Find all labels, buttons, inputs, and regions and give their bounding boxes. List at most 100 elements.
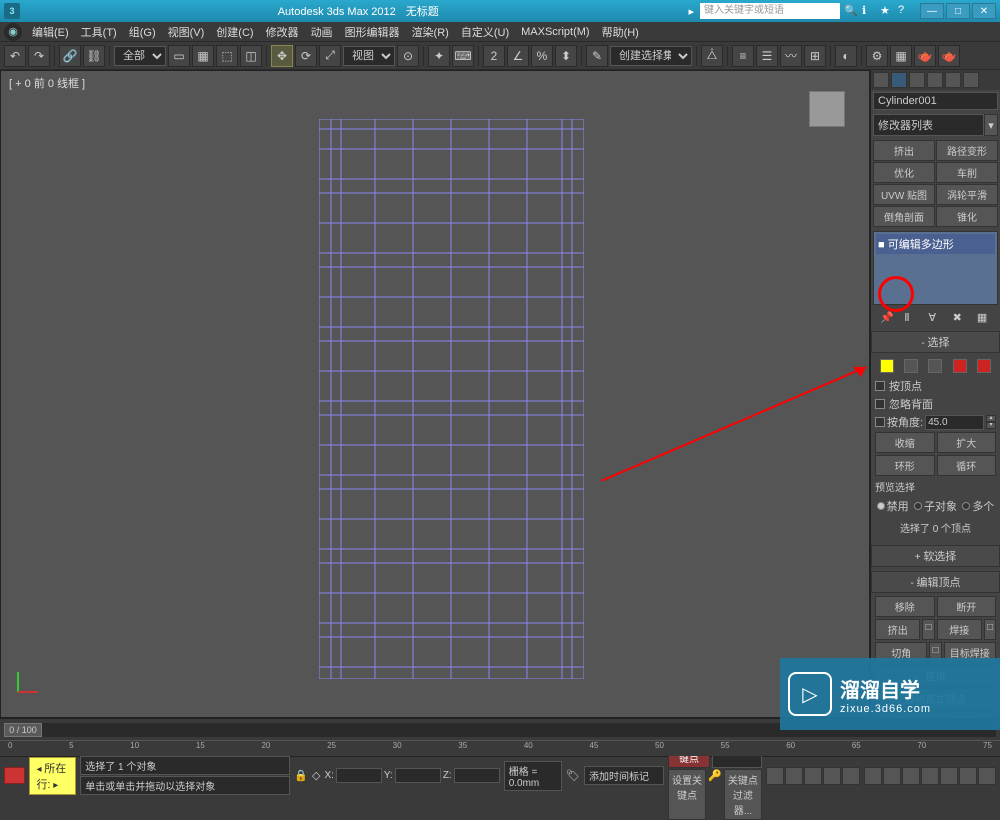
key-icon[interactable]: 🔑 xyxy=(708,769,722,820)
zoom-region-icon[interactable] xyxy=(921,767,939,785)
menu-edit[interactable]: 编辑(E) xyxy=(26,22,75,42)
configure-sets-icon[interactable]: ▦ xyxy=(977,311,991,325)
subobj-polygon-icon[interactable] xyxy=(953,359,967,373)
menu-help[interactable]: 帮助(H) xyxy=(596,22,645,42)
modifier-stack-item[interactable]: ■ 可编辑多边形 xyxy=(876,234,995,254)
undo-button[interactable]: ↶ xyxy=(4,45,26,67)
menu-view[interactable]: 视图(V) xyxy=(162,22,211,42)
remove-vert-button[interactable]: 移除 xyxy=(875,596,935,617)
align-button[interactable]: ≡ xyxy=(732,45,754,67)
render-prod-button[interactable]: 🫖 xyxy=(938,45,960,67)
selection-filter-select[interactable]: 全部 xyxy=(114,46,166,66)
pan-icon[interactable] xyxy=(940,767,958,785)
ref-coord-select[interactable]: 视图 xyxy=(343,46,395,66)
weld-settings-icon[interactable]: □ xyxy=(984,619,996,640)
mod-path-deform[interactable]: 路径变形 xyxy=(936,140,998,161)
by-angle-checkbox[interactable] xyxy=(875,417,885,427)
wireframe-object[interactable] xyxy=(319,119,584,679)
rollout-header-edit-vertices[interactable]: - 编辑顶点 xyxy=(871,571,1000,593)
prev-frame-icon[interactable] xyxy=(785,767,803,785)
help-icon[interactable]: ? xyxy=(898,4,912,18)
snap-2d-button[interactable]: 2 xyxy=(483,45,505,67)
loop-button[interactable]: 循环 xyxy=(937,455,997,476)
select-region-button[interactable]: ⬚ xyxy=(216,45,238,67)
rollout-header-soft-selection[interactable]: + 软选择 xyxy=(871,545,1000,567)
menu-graph-editor[interactable]: 图形编辑器 xyxy=(339,22,406,42)
spinner-snap-button[interactable]: ⬍ xyxy=(555,45,577,67)
goto-start-icon[interactable] xyxy=(766,767,784,785)
timeline-ruler[interactable]: 0 5 10 15 20 25 30 35 40 45 50 55 60 65 … xyxy=(0,740,1000,756)
link-button[interactable]: 🔗 xyxy=(59,45,81,67)
info-icon[interactable]: ℹ xyxy=(862,4,876,18)
layers-button[interactable]: ☰ xyxy=(756,45,778,67)
star-icon[interactable]: ★ xyxy=(880,4,894,18)
menu-render[interactable]: 渲染(R) xyxy=(406,22,455,42)
break-vert-button[interactable]: 断开 xyxy=(937,596,997,617)
mod-taper[interactable]: 锥化 xyxy=(936,206,998,227)
zoom-extents-icon[interactable] xyxy=(902,767,920,785)
menu-group[interactable]: 组(G) xyxy=(123,22,162,42)
subobj-element-icon[interactable] xyxy=(977,359,991,373)
subobj-vertex-icon[interactable] xyxy=(880,359,894,373)
pivot-button[interactable]: ⊙ xyxy=(397,45,419,67)
play-icon[interactable] xyxy=(804,767,822,785)
by-vertex-checkbox[interactable] xyxy=(875,381,885,391)
extrude-settings-icon[interactable]: □ xyxy=(922,619,934,640)
edit-named-sel-button[interactable]: ✎ xyxy=(586,45,608,67)
select-by-name-button[interactable]: ▦ xyxy=(192,45,214,67)
grow-button[interactable]: 扩大 xyxy=(937,432,997,453)
redo-button[interactable]: ↷ xyxy=(28,45,50,67)
material-editor-button[interactable]: ◐ xyxy=(835,45,857,67)
tab-motion[interactable] xyxy=(927,72,943,88)
scale-button[interactable]: ⤢ xyxy=(319,45,341,67)
select-object-button[interactable]: ▭ xyxy=(168,45,190,67)
menu-tools[interactable]: 工具(T) xyxy=(75,22,123,42)
viewport-label[interactable]: [ + 0 前 0 线框 ] xyxy=(9,75,85,91)
viewcube[interactable] xyxy=(809,91,845,127)
set-key-button[interactable]: 设置关键点 xyxy=(668,769,706,820)
render-setup-button[interactable]: ⚙ xyxy=(866,45,888,67)
schematic-view-button[interactable]: ⊞ xyxy=(804,45,826,67)
x-coord-input[interactable] xyxy=(336,768,382,783)
search-icon[interactable]: 🔍 xyxy=(844,4,858,18)
menu-maxscript[interactable]: MAXScript(M) xyxy=(515,24,595,40)
move-button[interactable]: ✥ xyxy=(271,45,293,67)
mod-uvw-map[interactable]: UVW 贴图 xyxy=(873,184,935,205)
mod-bevel-profile[interactable]: 倒角剖面 xyxy=(873,206,935,227)
mod-optimize[interactable]: 优化 xyxy=(873,162,935,183)
maximize-button[interactable]: □ xyxy=(946,3,970,19)
make-unique-icon[interactable]: ∀ xyxy=(928,311,942,325)
mod-extrude[interactable]: 挤出 xyxy=(873,140,935,161)
preview-multi-radio[interactable] xyxy=(962,502,970,510)
angle-up-icon[interactable]: ▴ xyxy=(986,415,996,422)
rotate-button[interactable]: ⟳ xyxy=(295,45,317,67)
subobj-edge-icon[interactable] xyxy=(904,359,918,373)
render-button[interactable]: 🫖 xyxy=(914,45,936,67)
curve-editor-button[interactable]: 〰 xyxy=(780,45,802,67)
location-button[interactable]: ◂ 所在行: ▸ xyxy=(29,757,76,795)
tab-display[interactable] xyxy=(945,72,961,88)
menu-animation[interactable]: 动画 xyxy=(305,22,339,42)
extrude-vert-button[interactable]: 挤出 xyxy=(875,619,920,640)
render-frame-button[interactable]: ▦ xyxy=(890,45,912,67)
angle-down-icon[interactable]: ▾ xyxy=(986,422,996,429)
menu-customize[interactable]: 自定义(U) xyxy=(455,22,515,42)
angle-spinner[interactable]: 45.0 xyxy=(925,415,984,430)
mod-lathe[interactable]: 车削 xyxy=(936,162,998,183)
orbit-icon[interactable] xyxy=(959,767,977,785)
title-chevron-icon[interactable]: ▸ xyxy=(688,5,694,18)
add-time-tag[interactable]: 添加时间标记 xyxy=(584,766,664,785)
time-tag-icon[interactable]: 🏷 xyxy=(566,769,580,782)
y-coord-input[interactable] xyxy=(395,768,441,783)
rollout-header-selection[interactable]: - 选择 xyxy=(871,331,1000,353)
preview-off-radio[interactable] xyxy=(877,502,885,510)
app-menu-icon[interactable]: ◉ xyxy=(4,23,22,41)
viewport-front[interactable]: [ + 0 前 0 线框 ] xyxy=(0,70,870,718)
mod-turbosmooth[interactable]: 涡轮平滑 xyxy=(936,184,998,205)
manipulate-button[interactable]: ✦ xyxy=(428,45,450,67)
window-crossing-button[interactable]: ◫ xyxy=(240,45,262,67)
tab-modify[interactable] xyxy=(891,72,907,88)
key-filters-button[interactable]: 关键点过滤器... xyxy=(724,769,762,820)
tab-create[interactable] xyxy=(873,72,889,88)
lock-icon[interactable]: 🔒 xyxy=(294,769,308,782)
